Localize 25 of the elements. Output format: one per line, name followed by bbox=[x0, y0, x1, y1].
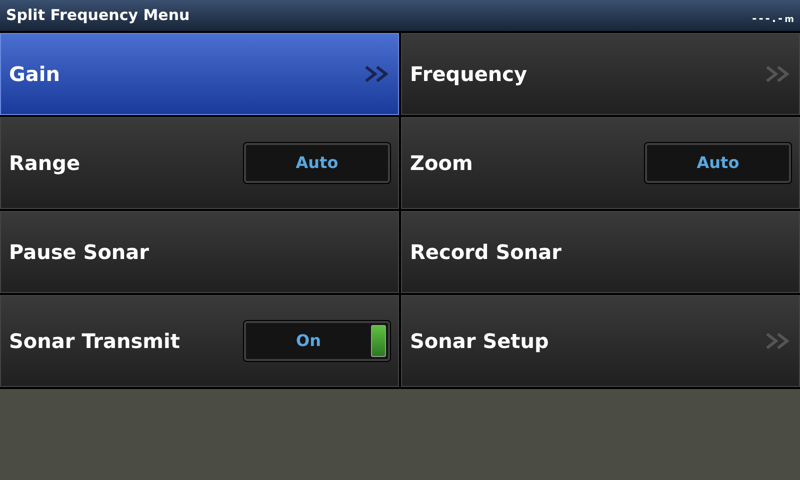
item-label: Gain bbox=[9, 61, 60, 88]
item-label: Range bbox=[9, 150, 80, 177]
item-label: Record Sonar bbox=[410, 239, 562, 266]
value-text: Auto bbox=[696, 152, 740, 174]
menu-item[interactable]: Frequency bbox=[401, 33, 800, 115]
window-title: Split Frequency Menu bbox=[6, 5, 190, 26]
depth-reading: ---.- bbox=[752, 11, 785, 28]
menu-item[interactable]: Gain bbox=[0, 33, 399, 115]
item-label: Frequency bbox=[410, 61, 528, 88]
menu-item[interactable]: Range Auto bbox=[0, 117, 399, 209]
menu-item[interactable]: Pause Sonar bbox=[0, 211, 399, 293]
menu-item[interactable]: Record Sonar bbox=[401, 211, 800, 293]
menu-item[interactable]: Sonar Setup bbox=[401, 295, 800, 387]
double-chevron-icon bbox=[765, 332, 791, 350]
item-label: Pause Sonar bbox=[9, 239, 150, 266]
item-label: Sonar Setup bbox=[410, 328, 549, 355]
menu-item[interactable]: Sonar Transmit On bbox=[0, 295, 399, 387]
depth-unit: m bbox=[784, 14, 794, 28]
double-chevron-icon bbox=[765, 65, 791, 83]
double-chevron-icon bbox=[364, 65, 390, 83]
item-label: Zoom bbox=[410, 150, 473, 177]
value-text: On bbox=[295, 330, 322, 352]
value-text: Auto bbox=[294, 152, 340, 174]
item-label: Sonar Transmit bbox=[9, 328, 180, 355]
menu-item[interactable]: Zoom Auto bbox=[401, 117, 800, 209]
